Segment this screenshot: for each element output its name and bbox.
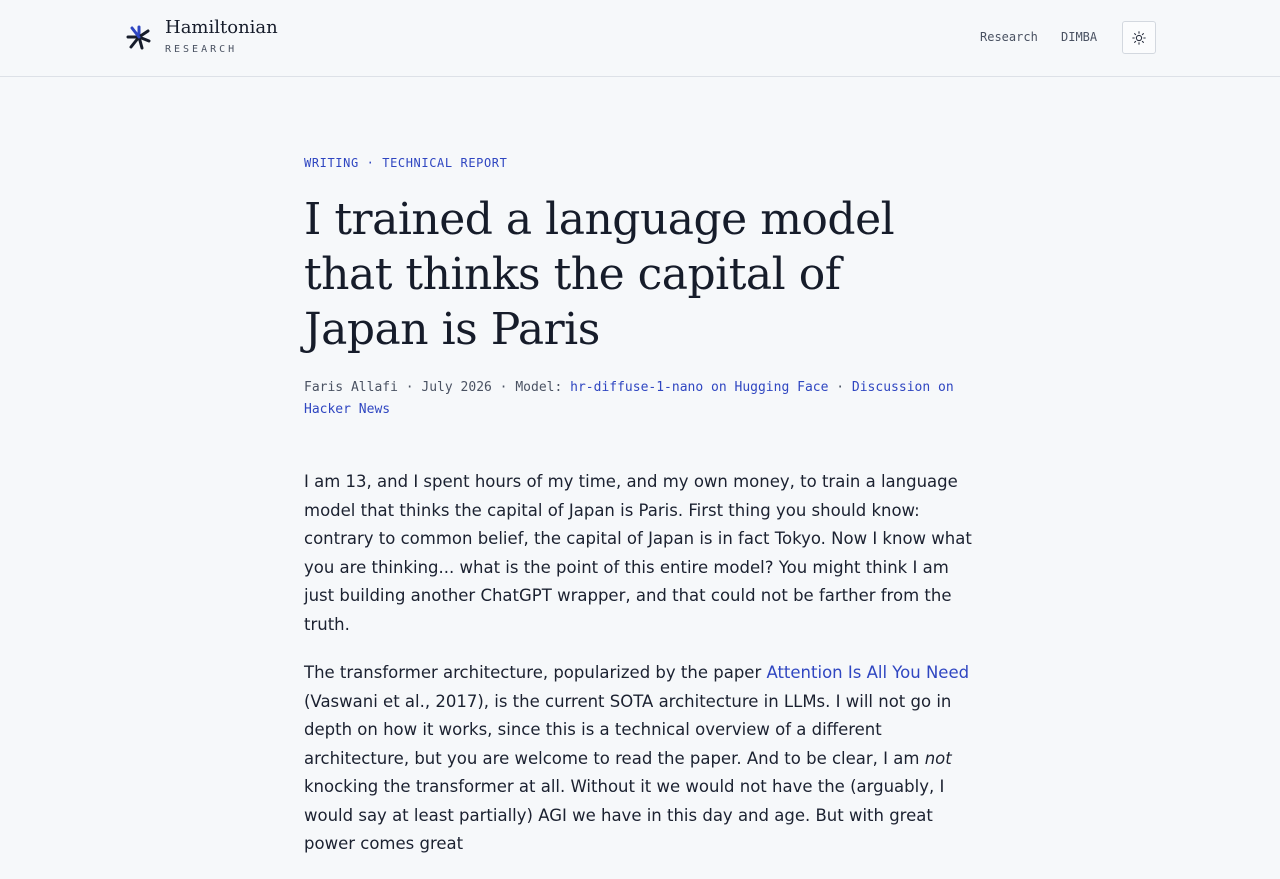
nav-dimba[interactable]: DIMBA: [1061, 30, 1097, 44]
brand-name: Hamiltonian: [165, 17, 278, 38]
paragraph-text: The transformer architecture, popularize…: [304, 663, 767, 682]
brand-subtitle: RESEARCH: [165, 44, 238, 55]
meta-separator: ·: [397, 380, 422, 395]
article-body: I am 13, and I spent hours of my time, a…: [304, 468, 976, 879]
paragraph-transformer: The transformer architecture, popularize…: [304, 659, 976, 859]
attention-paper-link[interactable]: Attention Is All You Need: [766, 663, 969, 682]
emphasis-not: not: [924, 748, 952, 768]
site-header: Hamiltonian RESEARCH Research DIMBA: [0, 0, 1280, 77]
theme-toggle-button[interactable]: [1122, 21, 1156, 54]
hamiltonian-logo-icon: [126, 25, 151, 50]
article-meta: Faris Allafi · July 2026 · Model: hr-dif…: [304, 377, 976, 421]
brand-home-link[interactable]: Hamiltonian RESEARCH: [124, 16, 278, 55]
model-label: Model:: [515, 380, 571, 395]
sun-icon: [1132, 30, 1146, 45]
author: Faris Allafi: [304, 380, 398, 395]
paragraph-text: knocking the transformer at all. Without…: [304, 777, 945, 853]
meta-separator: ·: [491, 380, 516, 395]
paragraph-text: (Vaswani et al., 2017), is the current S…: [304, 691, 952, 768]
meta-separator: ·: [828, 380, 852, 395]
paragraph-intro: I am 13, and I spent hours of my time, a…: [304, 472, 972, 634]
article-title: I trained a language model that thinks t…: [304, 194, 895, 355]
publish-date: July 2026: [421, 380, 492, 395]
nav-research[interactable]: Research: [980, 30, 1038, 44]
model-huggingface-link[interactable]: hr-diffuse-1-nano on Hugging Face: [570, 380, 828, 395]
article-kicker: WRITING · TECHNICAL REPORT: [304, 156, 508, 170]
